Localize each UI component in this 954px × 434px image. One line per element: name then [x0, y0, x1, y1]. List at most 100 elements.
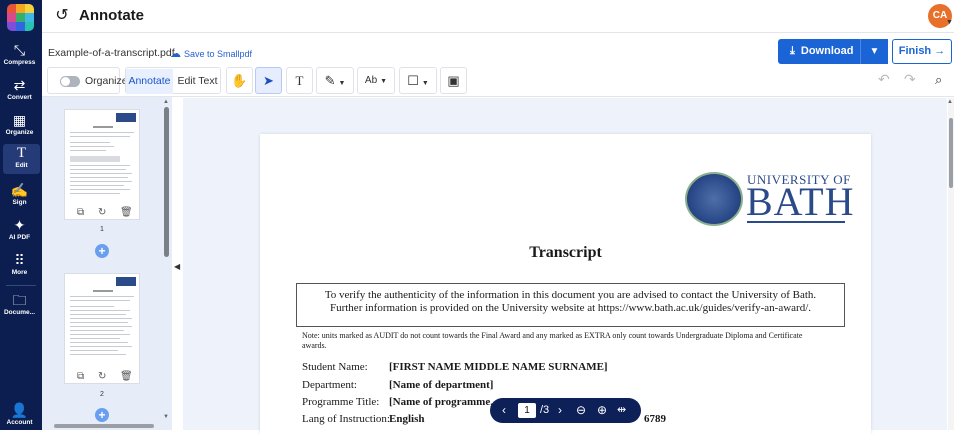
- chevron-down-icon: ▼: [338, 80, 346, 87]
- nav-convert[interactable]: ⇄ Convert: [1, 76, 38, 108]
- tab-annotate[interactable]: Annotate: [126, 69, 173, 94]
- chevron-down-icon: ▼: [869, 46, 880, 57]
- duplicate-icon[interactable]: ⧉: [77, 207, 84, 218]
- download-options-button[interactable]: ▼: [860, 39, 888, 64]
- collapse-panel-icon[interactable]: ◀: [174, 262, 180, 271]
- scroll-up-icon[interactable]: ▲: [163, 99, 169, 105]
- thumbnail-logo: [116, 113, 136, 122]
- bath-wordmark: BATH: [746, 179, 855, 224]
- sign-icon: ✍: [10, 182, 29, 198]
- zoom-in-icon[interactable]: ⊕: [597, 398, 607, 423]
- rotate-icon[interactable]: ↻: [98, 207, 106, 218]
- nav-compress[interactable]: ⤡ Compress: [1, 41, 38, 73]
- mode-switch: Annotate Edit Text: [125, 67, 221, 94]
- chevron-down-icon: ▼: [380, 78, 388, 85]
- download-icon: ⤓: [790, 45, 795, 57]
- more-grid-icon: ⠿: [14, 252, 25, 268]
- arrow-right-icon: →: [934, 45, 946, 57]
- redo-icon[interactable]: ↷: [904, 71, 916, 88]
- page-total: /3: [540, 404, 550, 416]
- thumbnail-horizontal-scrollbar[interactable]: [54, 424, 154, 428]
- compress-icon: ⤡: [13, 42, 26, 58]
- fit-width-icon[interactable]: ⇹: [617, 398, 626, 423]
- image-tool-icon[interactable]: ▣: [440, 67, 467, 94]
- pdf-page[interactable]: UNIVERSITY OF BATH Transcript To verify …: [260, 134, 871, 434]
- chevron-down-icon: ▼: [421, 80, 429, 87]
- finish-button[interactable]: Finish →: [892, 39, 952, 64]
- nav-edit[interactable]: T Edit: [3, 144, 40, 174]
- text-tool-icon[interactable]: T: [286, 67, 313, 94]
- top-bar: ↺ Annotate CA ▼: [42, 0, 954, 33]
- account-icon: 👤: [10, 402, 29, 418]
- organize-toggle[interactable]: [60, 76, 80, 87]
- ai-sparkle-icon: ✦: [13, 217, 26, 233]
- thumbnail-logo: [116, 277, 136, 286]
- trash-icon[interactable]: 🗑: [120, 371, 133, 382]
- page-navigator: ‹ 1 /3 › ⊖ ⊕ ⇹: [490, 398, 641, 423]
- thumbnail-actions: ⧉ ↻ 🗑: [65, 371, 141, 385]
- nav-organize[interactable]: ▦ Organize: [1, 111, 38, 143]
- page-thumbnail[interactable]: ⧉ ↻ 🗑: [64, 109, 140, 220]
- field-value-partial: 6789: [644, 413, 666, 425]
- back-icon[interactable]: ↺: [52, 6, 72, 26]
- nav-account[interactable]: 👤 Account: [1, 401, 38, 433]
- logo-rule: [747, 221, 845, 223]
- field-value: English: [389, 413, 425, 425]
- select-arrow-icon[interactable]: ➤: [255, 67, 282, 94]
- edit-icon: T: [16, 145, 27, 161]
- page-number: 1: [100, 226, 104, 233]
- field-value: [FIRST NAME MIDDLE NAME SURNAME]: [389, 361, 608, 373]
- page-title: Annotate: [79, 7, 144, 24]
- add-page-icon[interactable]: +: [95, 244, 109, 258]
- rotate-icon[interactable]: ↻: [98, 371, 106, 382]
- organize-icon: ▦: [12, 112, 27, 128]
- field-label: Programme Title:: [302, 396, 380, 408]
- add-page-icon[interactable]: +: [95, 408, 109, 422]
- university-crest-logo: [685, 172, 743, 226]
- folder-icon: 🗀: [12, 292, 27, 308]
- page-number-input[interactable]: 1: [518, 403, 536, 418]
- file-bar: Example-of-a-transcript.pdf ☁ Save to Sma…: [42, 34, 954, 66]
- file-name: Example-of-a-transcript.pdf: [48, 47, 175, 59]
- editor-toolbar: Organize Annotate Edit Text ✋ ➤ T ✎ ▼ Ab ▼…: [42, 66, 954, 97]
- field-value: [Name of department]: [389, 379, 494, 391]
- field-label: Student Name:: [302, 361, 368, 373]
- hand-tool-icon[interactable]: ✋: [226, 67, 253, 94]
- zoom-out-icon[interactable]: ⊖: [576, 398, 586, 423]
- convert-icon: ⇄: [13, 77, 26, 93]
- chevron-down-icon[interactable]: ▼: [946, 19, 953, 26]
- thumbnail-scrollbar[interactable]: [164, 107, 169, 257]
- scroll-up-icon[interactable]: ▲: [947, 99, 953, 105]
- trash-icon[interactable]: 🗑: [120, 207, 133, 218]
- pen-tool-icon[interactable]: ✎ ▼: [316, 67, 354, 94]
- page-thumbnail[interactable]: ⧉ ↻ 🗑: [64, 273, 140, 384]
- organize-toggle-group[interactable]: Organize: [47, 67, 128, 94]
- nav-more[interactable]: ⠿ More: [1, 251, 38, 283]
- left-nav-rail: ⤡ Compress ⇄ Convert ▦ Organize T Edit ✍ Sign…: [0, 0, 42, 430]
- nav-divider: [6, 285, 36, 286]
- field-label: Lang of Instruction:: [302, 413, 390, 425]
- duplicate-icon[interactable]: ⧉: [77, 371, 84, 382]
- nav-ai-pdf[interactable]: ✦ AI PDF: [1, 216, 38, 248]
- text-highlight-tool-icon[interactable]: Ab ▼: [357, 67, 395, 94]
- units-note: Note: units marked as AUDIT do not count…: [302, 331, 803, 350]
- field-label: Department:: [302, 379, 357, 391]
- save-to-smallpdf-link[interactable]: ☁ Save to Smallpdf: [170, 47, 252, 60]
- scroll-down-icon[interactable]: ▼: [163, 414, 169, 420]
- smallpdf-logo-icon[interactable]: [7, 4, 34, 31]
- verify-notice: To verify the authenticity of the inform…: [296, 283, 845, 327]
- shape-tool-icon[interactable]: ☐ ▼: [399, 67, 437, 94]
- thumbnail-actions: ⧉ ↻ 🗑: [65, 207, 141, 221]
- field-value: [Name of programme, e: [389, 396, 501, 408]
- thumbnail-panel: ⧉ ↻ 🗑 1 + ⧉ ↻ 🗑 2 +: [42, 97, 172, 430]
- chevron-left-icon[interactable]: ‹: [502, 398, 506, 423]
- cloud-icon: ☁: [170, 48, 181, 60]
- nav-sign[interactable]: ✍ Sign: [1, 181, 38, 213]
- viewer-scrollbar[interactable]: [948, 98, 954, 430]
- tab-edit-text[interactable]: Edit Text: [174, 69, 221, 94]
- organize-label: Organize: [85, 75, 128, 87]
- chevron-right-icon[interactable]: ›: [558, 398, 562, 423]
- undo-icon[interactable]: ↶: [878, 71, 890, 88]
- search-icon[interactable]: ⌕: [935, 72, 942, 88]
- nav-documents[interactable]: 🗀 Docume...: [1, 291, 38, 323]
